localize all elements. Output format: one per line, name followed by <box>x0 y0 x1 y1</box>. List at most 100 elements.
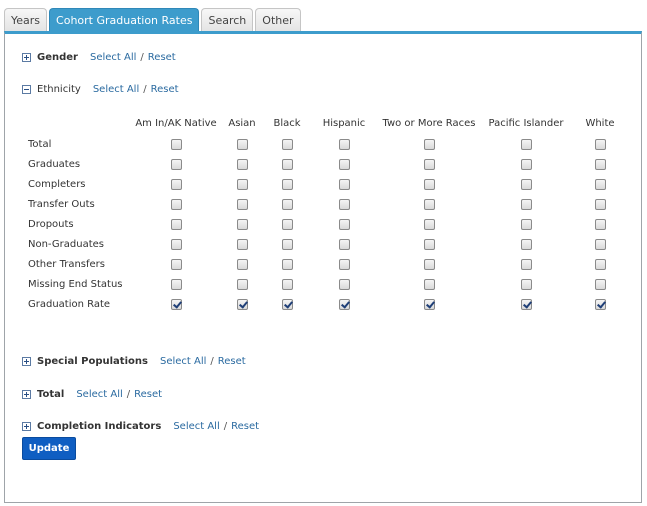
checkbox[interactable] <box>282 279 293 290</box>
special-populations-section: Special Populations Select All / Reset <box>22 354 246 368</box>
checkbox[interactable] <box>282 159 293 170</box>
checkbox[interactable] <box>595 179 606 190</box>
checkbox[interactable] <box>521 299 532 310</box>
checkbox[interactable] <box>171 159 182 170</box>
row-label: Transfer Outs <box>28 199 95 210</box>
checkbox[interactable] <box>282 179 293 190</box>
checkbox[interactable] <box>237 179 248 190</box>
checkbox[interactable] <box>282 239 293 250</box>
checkbox[interactable] <box>339 139 350 150</box>
column-header: Asian <box>228 118 256 129</box>
checkbox[interactable] <box>521 139 532 150</box>
checkbox[interactable] <box>424 259 435 270</box>
tab-years[interactable]: Years <box>4 8 48 31</box>
checkbox[interactable] <box>171 239 182 250</box>
checkbox[interactable] <box>521 279 532 290</box>
checkbox[interactable] <box>424 219 435 230</box>
checkbox[interactable] <box>339 259 350 270</box>
checkbox[interactable] <box>424 299 435 310</box>
completion-indicators-section: Completion Indicators Select All / Reset <box>22 419 259 433</box>
checkbox[interactable] <box>237 279 248 290</box>
ethnicity-title: Ethnicity <box>37 83 81 95</box>
tab-bar: Years Cohort Graduation Rates Search Oth… <box>4 8 301 32</box>
checkbox[interactable] <box>237 299 248 310</box>
checkbox[interactable] <box>339 199 350 210</box>
checkbox[interactable] <box>282 259 293 270</box>
completion-indicators-select-all-link[interactable]: Select All <box>173 421 219 432</box>
total-reset-link[interactable]: Reset <box>134 389 162 400</box>
expand-icon[interactable] <box>22 52 31 62</box>
checkbox[interactable] <box>339 299 350 310</box>
checkbox[interactable] <box>237 159 248 170</box>
tab-cohort-graduation-rates[interactable]: Cohort Graduation Rates <box>49 8 200 32</box>
checkbox[interactable] <box>595 159 606 170</box>
checkbox[interactable] <box>339 159 350 170</box>
checkbox[interactable] <box>171 139 182 150</box>
checkbox[interactable] <box>171 199 182 210</box>
total-select-all-link[interactable]: Select All <box>76 389 122 400</box>
checkbox[interactable] <box>237 199 248 210</box>
completion-indicators-reset-link[interactable]: Reset <box>231 421 259 432</box>
checkbox[interactable] <box>424 199 435 210</box>
collapse-icon[interactable] <box>22 84 31 94</box>
total-title: Total <box>37 388 65 400</box>
expand-icon[interactable] <box>22 421 31 431</box>
checkbox[interactable] <box>171 259 182 270</box>
checkbox[interactable] <box>339 279 350 290</box>
row-label: Graduates <box>28 159 81 170</box>
tab-other[interactable]: Other <box>255 8 301 31</box>
separator: / <box>140 51 144 63</box>
checkbox[interactable] <box>521 159 532 170</box>
expand-icon[interactable] <box>22 389 31 399</box>
checkbox[interactable] <box>595 139 606 150</box>
special-populations-select-all-link[interactable]: Select All <box>160 356 206 367</box>
checkbox[interactable] <box>282 139 293 150</box>
checkbox[interactable] <box>282 199 293 210</box>
checkbox[interactable] <box>595 259 606 270</box>
row-label: Other Transfers <box>28 259 105 270</box>
checkbox[interactable] <box>424 179 435 190</box>
checkbox[interactable] <box>237 259 248 270</box>
checkbox[interactable] <box>237 239 248 250</box>
row-label: Graduation Rate <box>28 299 111 310</box>
checkbox[interactable] <box>339 179 350 190</box>
checkbox[interactable] <box>595 279 606 290</box>
checkbox[interactable] <box>595 299 606 310</box>
checkbox[interactable] <box>171 219 182 230</box>
checkbox[interactable] <box>424 239 435 250</box>
special-populations-reset-link[interactable]: Reset <box>218 356 246 367</box>
checkbox[interactable] <box>424 279 435 290</box>
checkbox[interactable] <box>424 139 435 150</box>
checkbox[interactable] <box>171 299 182 310</box>
gender-reset-link[interactable]: Reset <box>148 52 176 63</box>
checkbox[interactable] <box>171 179 182 190</box>
ethnicity-select-all-link[interactable]: Select All <box>93 84 139 95</box>
update-button[interactable]: Update <box>22 437 76 460</box>
checkbox[interactable] <box>521 219 532 230</box>
checkbox[interactable] <box>521 259 532 270</box>
checkbox[interactable] <box>171 279 182 290</box>
tab-search[interactable]: Search <box>201 8 254 31</box>
column-header: Black <box>273 118 301 129</box>
checkbox[interactable] <box>282 299 293 310</box>
column-header: Pacific Islander <box>488 118 564 129</box>
checkbox[interactable] <box>521 199 532 210</box>
checkbox[interactable] <box>339 239 350 250</box>
column-header: Hispanic <box>322 118 366 129</box>
special-populations-title: Special Populations <box>37 355 148 367</box>
gender-select-all-link[interactable]: Select All <box>90 52 136 63</box>
checkbox[interactable] <box>595 239 606 250</box>
row-label: Total <box>28 139 52 150</box>
checkbox[interactable] <box>237 139 248 150</box>
checkbox[interactable] <box>595 219 606 230</box>
row-label: Non-Graduates <box>28 239 104 250</box>
checkbox[interactable] <box>282 219 293 230</box>
expand-icon[interactable] <box>22 356 31 366</box>
checkbox[interactable] <box>339 219 350 230</box>
checkbox[interactable] <box>595 199 606 210</box>
checkbox[interactable] <box>521 179 532 190</box>
ethnicity-reset-link[interactable]: Reset <box>151 84 179 95</box>
checkbox[interactable] <box>521 239 532 250</box>
checkbox[interactable] <box>237 219 248 230</box>
checkbox[interactable] <box>424 159 435 170</box>
